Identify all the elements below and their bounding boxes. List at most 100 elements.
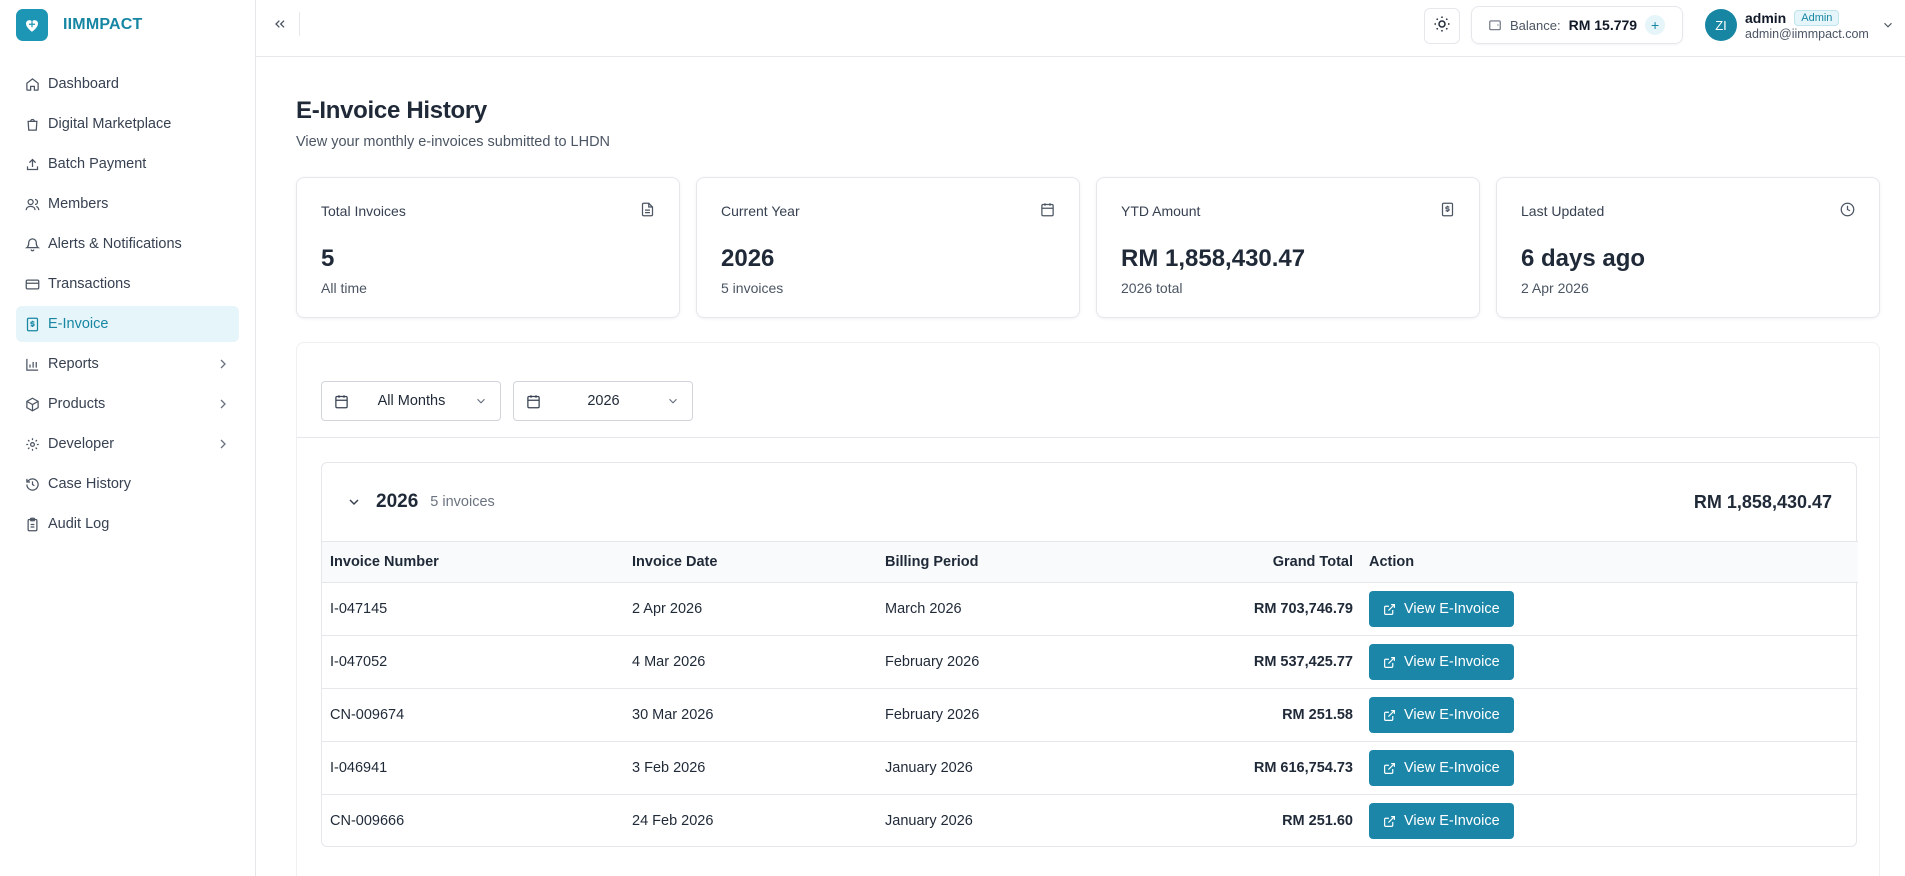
sidebar-item-label: Products [48,396,106,412]
stat-label: Current Year [721,203,800,219]
user-email: admin@iimmpact.com [1745,26,1869,41]
stat-card-last-updated: Last Updated 6 days ago 2 Apr 2026 [1496,177,1880,318]
role-badge: Admin [1794,9,1840,26]
sidebar-item-label: Developer [48,436,115,452]
theme-toggle-button[interactable] [1424,8,1460,44]
sidebar-item-products[interactable]: Products [16,386,239,422]
billing-period: February 2026 [877,688,1130,742]
stat-label: Last Updated [1521,203,1605,219]
user-name: admin [1745,9,1787,26]
users-icon [24,196,40,212]
month-select[interactable]: All Months [321,381,501,421]
wallet-icon [1488,18,1502,32]
page-title: E-Invoice History [296,97,487,124]
calendar-icon [1040,202,1055,217]
sidebar-item-label: Audit Log [48,516,110,532]
chevron-right-icon [215,356,231,372]
sidebar-nav: Dashboard Digital Marketplace Batch Paym… [0,66,255,542]
view-e-invoice-button[interactable]: View E-Invoice [1369,591,1514,627]
group-total: RM 1,858,430.47 [1693,491,1832,512]
page-subtitle: View your monthly e-invoices submitted t… [296,134,611,150]
invoice-date: 2 Apr 2026 [624,582,877,636]
external-link-icon [1383,656,1396,669]
stat-value: 6 days ago [1521,245,1646,272]
invoice-date: 24 Feb 2026 [632,813,714,830]
stat-card-current-year: Current Year 2026 5 invoices [696,177,1080,318]
group-year: 2026 [376,491,419,512]
gear-icon [24,436,40,452]
view-e-invoice-button[interactable]: View E-Invoice [1369,750,1514,786]
external-link-icon [1383,762,1396,775]
grand-total: RM 703,746.79 [1130,582,1361,636]
sidebar-item-e-invoice[interactable]: E-Invoice [16,306,239,342]
sidebar-item-label: Members [48,196,109,212]
sidebar-item-label: Reports [48,356,99,372]
sidebar-item-label: E-Invoice [48,316,109,332]
chevron-right-icon [215,396,231,412]
button-label: View E-Invoice [1404,813,1500,830]
sidebar-item-digital-marketplace[interactable]: Digital Marketplace [16,106,239,142]
view-e-invoice-button[interactable]: View E-Invoice [1369,803,1514,840]
view-e-invoice-button[interactable]: View E-Invoice [1369,697,1514,733]
chevron-right-icon [215,436,231,452]
invoice-table: Invoice Number Invoice Date Billing Peri… [322,541,1858,848]
stat-sub: All time [321,280,367,296]
chevron-down-icon[interactable] [346,494,362,510]
stat-value: RM 1,858,430.47 [1121,245,1306,272]
button-label: View E-Invoice [1404,707,1500,723]
sidebar-item-reports[interactable]: Reports [16,346,239,382]
sidebar-item-label: Case History [48,476,131,492]
invoice-date: 30 Mar 2026 [624,688,877,742]
billing-period: March 2026 [877,582,1130,636]
grand-total: RM 537,425.77 [1130,635,1361,689]
invoice-number: CN-009666 [330,813,405,830]
year-select[interactable]: 2026 [513,381,693,421]
top-up-button[interactable]: + [1645,15,1666,35]
billing-period: January 2026 [877,741,1130,795]
sidebar-item-developer[interactable]: Developer [16,426,239,462]
history-icon [24,476,40,492]
chevron-down-icon [1881,18,1895,32]
divider [297,437,1879,438]
sidebar-item-alerts-notifications[interactable]: Alerts & Notifications [16,226,239,262]
clipboard-icon [24,516,40,532]
stat-sub: 2 Apr 2026 [1521,280,1589,296]
sidebar-item-label: Alerts & Notifications [48,236,182,252]
billing-period: January 2026 [885,813,973,830]
year-select-value: 2026 [587,393,620,409]
invoice-date: 4 Mar 2026 [624,635,877,689]
view-e-invoice-button[interactable]: View E-Invoice [1369,644,1514,680]
sidebar-item-dashboard[interactable]: Dashboard [16,66,239,102]
external-link-icon [1383,603,1396,616]
brand[interactable]: IIMMPACT [0,0,255,50]
filters: All Months 2026 [321,381,693,421]
sidebar-item-audit-log[interactable]: Audit Log [16,506,239,542]
sidebar-item-label: Digital Marketplace [48,116,172,132]
calendar-icon [334,394,349,409]
package-icon [24,396,40,412]
receipt-icon [1440,202,1455,217]
year-group-header[interactable]: 2026 5 invoices RM 1,858,430.47 [322,463,1856,541]
invoice-panel: All Months 2026 2026 5 invoices RM 1,858… [296,342,1880,876]
brand-name: IIMMPACT [63,16,143,33]
table-row: CN-009674 30 Mar 2026 February 2026 RM 2… [322,688,1858,742]
month-select-value: All Months [377,393,446,409]
upload-icon [24,156,40,172]
sidebar-item-transactions[interactable]: Transactions [16,266,239,302]
grand-total: RM 251.60 [1282,813,1353,830]
billing-period: February 2026 [877,635,1130,689]
column-header: Invoice Number [330,554,439,570]
sidebar-item-members[interactable]: Members [16,186,239,222]
invoice-number: CN-009674 [322,688,624,742]
topbar: Balance: RM 15.779 + ZI admin Admin admi… [256,0,1905,57]
sidebar-item-case-history[interactable]: Case History [16,466,239,502]
sidebar-item-label: Transactions [48,276,131,292]
stat-card-ytd-amount: YTD Amount RM 1,858,430.47 2026 total [1096,177,1480,318]
column-header: Billing Period [885,554,979,570]
chevrons-left-icon [272,16,288,37]
stat-card-total-invoices: Total Invoices 5 All time [296,177,680,318]
sidebar-item-batch-payment[interactable]: Batch Payment [16,146,239,182]
user-menu[interactable]: ZI admin Admin admin@iimmpact.com [1705,9,1895,41]
grand-total: RM 616,754.73 [1130,741,1361,795]
collapse-sidebar-button[interactable] [266,12,294,40]
